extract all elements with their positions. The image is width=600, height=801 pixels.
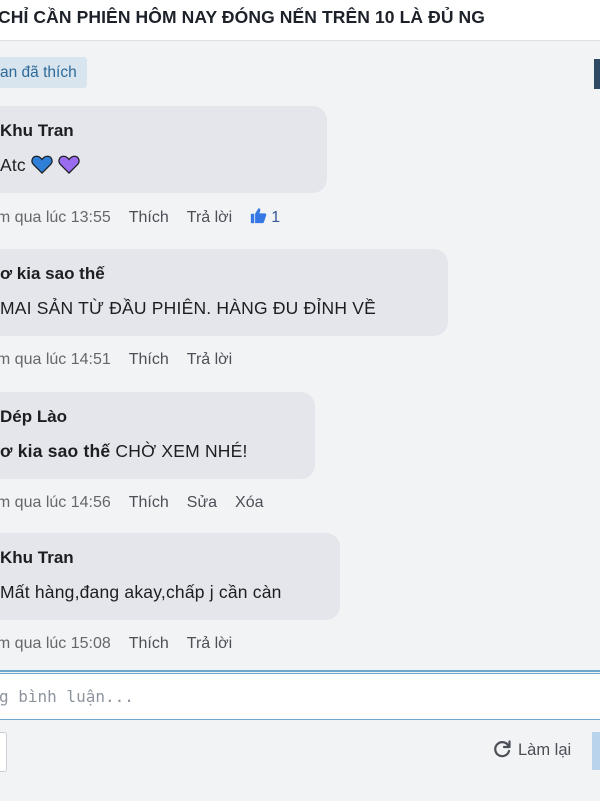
purple-heart-icon <box>58 155 80 174</box>
thumbs-up-icon <box>251 208 267 224</box>
like-button[interactable]: Thích <box>129 635 169 652</box>
comment-bubble: ơ kia sao thế MAI SẢN TỪ ĐẦU PHIÊN. HÀNG… <box>0 249 448 336</box>
side-handle <box>594 59 600 89</box>
like-button[interactable]: Thích <box>129 494 169 511</box>
reply-button[interactable]: Trả lời <box>187 635 232 652</box>
blue-heart-icon <box>31 155 53 174</box>
comment-bubble: Khu Tran Mất hàng,đang akay,chấp j cần c… <box>0 533 340 620</box>
comment-text: Mất hàng,đang akay,chấp j cần càn <box>0 582 282 602</box>
refresh-button[interactable]: Làm lại <box>492 736 571 764</box>
comment-timestamp[interactable]: ôm qua lúc 14:51 <box>0 351 111 368</box>
edit-button[interactable]: Sửa <box>187 494 217 511</box>
mention-link[interactable]: ơ kia sao thế <box>0 441 110 461</box>
like-button[interactable]: Thích <box>129 351 169 368</box>
comment-item: Khu Tran Mất hàng,đang akay,chấp j cần c… <box>0 533 340 654</box>
like-count-value: 1 <box>271 209 281 226</box>
comment-meta: ôm qua lúc 13:55 Thích Trả lời 1 <box>0 207 327 228</box>
comment-author[interactable]: ơ kia sao thế <box>0 263 432 285</box>
liked-bar: an đã thích <box>0 41 600 102</box>
comment-item: Khu Tran Atc ôm qua lúc 13:55 Thích Trả lờ… <box>0 106 327 228</box>
comment-meta: ôm qua lúc 14:51 Thích Trả lời <box>0 350 448 370</box>
refresh-label: Làm lại <box>518 741 572 759</box>
comment-input[interactable] <box>0 673 600 720</box>
input-top-border <box>0 670 600 672</box>
refresh-icon <box>494 740 511 758</box>
post-title: CHỈ CẦN PHIÊN HÔM NAY ĐÓNG NẾN TRÊN 10 L… <box>0 7 485 27</box>
comment-text: MAI SẢN TỪ ĐẦU PHIÊN. HÀNG ĐU ĐỈNH VỀ <box>0 298 376 318</box>
delete-button[interactable]: Xóa <box>235 494 263 511</box>
reply-button[interactable]: Trả lời <box>187 351 232 368</box>
like-button[interactable]: Thích <box>129 209 169 226</box>
comment-timestamp[interactable]: ôm qua lúc 14:56 <box>0 494 111 511</box>
comment-author[interactable]: Khu Tran <box>0 120 311 142</box>
comments-panel: an đã thích Khu Tran Atc ôm qua lúc 13:5… <box>0 40 600 801</box>
comment-bubble: Khu Tran Atc <box>0 106 327 193</box>
like-count[interactable]: 1 <box>250 208 281 226</box>
comment-item: ơ kia sao thế MAI SẢN TỪ ĐẦU PHIÊN. HÀNG… <box>0 249 448 370</box>
attachment-box[interactable] <box>0 732 7 772</box>
comment-meta: ôm qua lúc 14:56 Thích Sửa Xóa <box>0 493 315 513</box>
submit-button-edge[interactable] <box>592 732 600 770</box>
reply-button[interactable]: Trả lời <box>187 209 232 226</box>
comment-bubble: Dép Lào ơ kia sao thế CHỜ XEM NHÉ! <box>0 392 315 479</box>
comment-text-content: CHỜ XEM NHÉ! <box>110 441 248 461</box>
comment-footer: Làm lại <box>0 720 600 801</box>
comment-text: ơ kia sao thế CHỜ XEM NHÉ! <box>0 440 299 462</box>
comment-text: Atc <box>0 154 311 176</box>
comment-text-content: Atc <box>0 155 26 175</box>
comment-timestamp[interactable]: ôm qua lúc 13:55 <box>0 209 111 226</box>
comment-item: Dép Lào ơ kia sao thế CHỜ XEM NHÉ! ôm qu… <box>0 392 315 513</box>
liked-badge[interactable]: an đã thích <box>0 57 87 88</box>
comment-author[interactable]: Dép Lào <box>0 406 299 428</box>
comment-meta: ôm qua lúc 15:08 Thích Trả lời <box>0 634 340 654</box>
comment-timestamp[interactable]: ôm qua lúc 15:08 <box>0 635 111 652</box>
comment-author[interactable]: Khu Tran <box>0 547 324 569</box>
